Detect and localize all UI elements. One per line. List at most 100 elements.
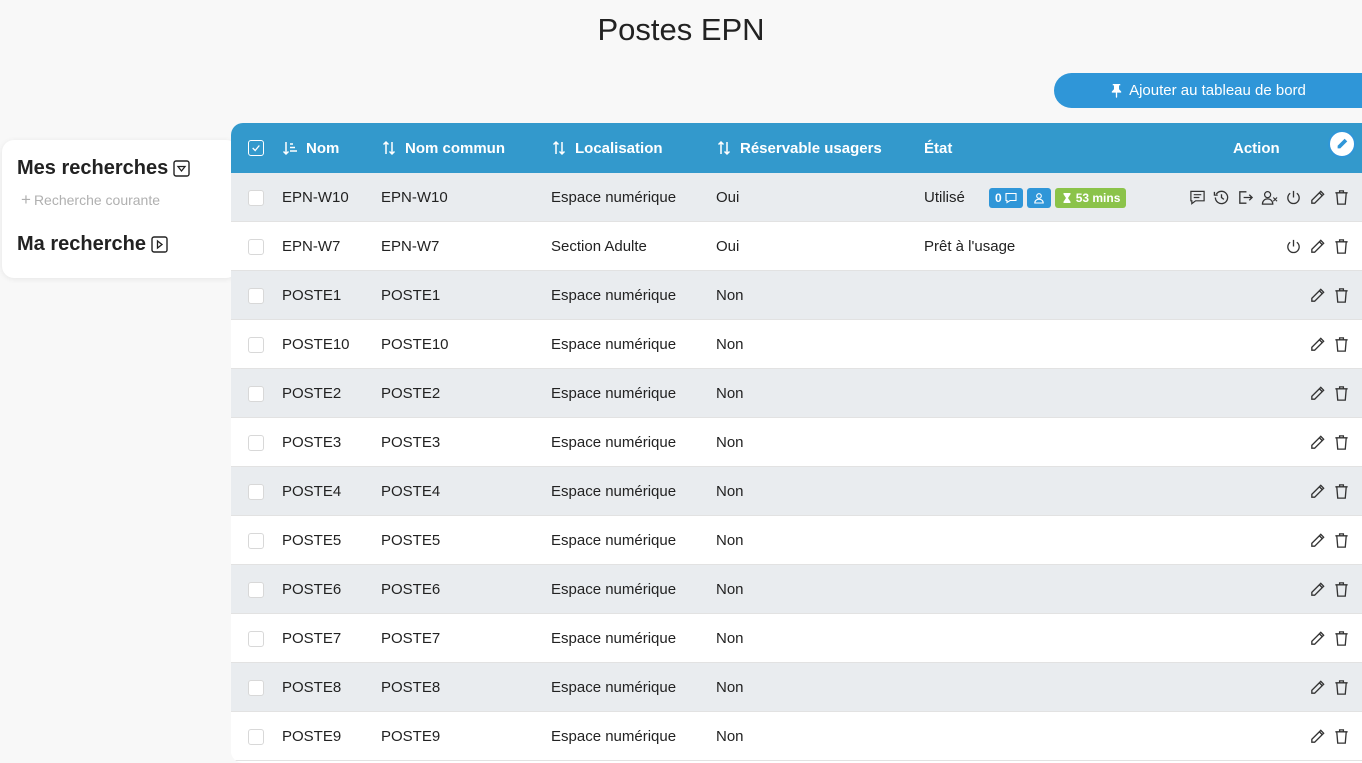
edit-button[interactable] xyxy=(1308,336,1326,354)
row-checkbox[interactable] xyxy=(248,287,264,304)
my-searches-toggle[interactable]: Mes recherches xyxy=(17,157,190,180)
edit-columns-button[interactable] xyxy=(1328,130,1356,158)
delete-button[interactable] xyxy=(1332,532,1350,550)
table-row[interactable]: POSTE10 POSTE10 Espace numérique Non xyxy=(231,320,1362,369)
user-badge[interactable] xyxy=(1026,187,1051,208)
table-row[interactable]: POSTE1 POSTE1 Espace numérique Non xyxy=(231,271,1362,320)
row-checkbox[interactable] xyxy=(248,679,264,696)
remove-user-button[interactable] xyxy=(1260,189,1278,207)
table-row[interactable]: EPN-W7 EPN-W7 Section Adulte Oui Prêt à l'us… xyxy=(231,222,1362,271)
history-button[interactable] xyxy=(1212,189,1230,207)
delete-button[interactable] xyxy=(1332,434,1350,452)
row-checkbox[interactable] xyxy=(248,483,264,500)
delete-button[interactable] xyxy=(1332,287,1350,305)
table-row[interactable]: POSTE5 POSTE5 Espace numérique Non xyxy=(231,516,1362,565)
delete-button[interactable] xyxy=(1332,385,1350,403)
edit-button[interactable] xyxy=(1308,189,1326,207)
row-checkbox[interactable] xyxy=(248,189,264,206)
history-icon xyxy=(1213,189,1230,206)
cell-nom: POSTE7 xyxy=(282,630,342,647)
cell-reservable: Non xyxy=(716,630,744,647)
table-header: Nom Nom commun Localisation Réservable u… xyxy=(231,123,1362,173)
edit-icon xyxy=(1309,630,1326,647)
column-nom-commun[interactable]: Nom commun xyxy=(381,123,505,173)
edit-button[interactable] xyxy=(1308,483,1326,501)
cell-localisation: Espace numérique xyxy=(551,336,677,353)
row-checkbox[interactable] xyxy=(248,385,264,402)
row-checkbox[interactable] xyxy=(248,581,264,598)
select-all-checkbox[interactable] xyxy=(248,123,264,173)
delete-button[interactable] xyxy=(1332,189,1350,207)
table-row[interactable]: POSTE8 POSTE8 Espace numérique Non xyxy=(231,663,1362,712)
delete-button[interactable] xyxy=(1332,238,1350,256)
cell-reservable: Non xyxy=(716,728,744,745)
delete-icon xyxy=(1333,336,1350,353)
row-checkbox[interactable] xyxy=(248,336,264,353)
power-icon xyxy=(1285,189,1302,206)
message-button[interactable] xyxy=(1188,189,1206,207)
logout-button[interactable] xyxy=(1236,189,1254,207)
edit-button[interactable] xyxy=(1308,728,1326,746)
cell-localisation: Espace numérique xyxy=(551,434,677,451)
power-button[interactable] xyxy=(1284,189,1302,207)
cell-localisation: Espace numérique xyxy=(551,679,677,696)
cell-nom-commun: POSTE4 xyxy=(381,483,441,500)
sort-ascending-icon xyxy=(282,142,297,156)
cell-nom-commun: POSTE7 xyxy=(381,630,441,647)
column-nom[interactable]: Nom xyxy=(282,123,339,173)
my-search-toggle[interactable]: Ma recherche xyxy=(17,233,168,256)
add-to-dashboard-label: Ajouter au tableau de bord xyxy=(1129,82,1306,99)
delete-button[interactable] xyxy=(1332,483,1350,501)
current-search-item[interactable]: + Recherche courante xyxy=(21,191,160,208)
column-localisation[interactable]: Localisation xyxy=(551,123,663,173)
edit-button[interactable] xyxy=(1308,238,1326,256)
table-row[interactable]: POSTE2 POSTE2 Espace numérique Non xyxy=(231,369,1362,418)
table-row[interactable]: EPN-W10 EPN-W10 Espace numérique Oui Utilisé… xyxy=(231,173,1362,222)
cell-nom-commun: POSTE6 xyxy=(381,581,441,598)
cell-nom: POSTE5 xyxy=(282,532,342,549)
edit-button[interactable] xyxy=(1308,532,1326,550)
row-checkbox[interactable] xyxy=(248,728,264,745)
row-checkbox[interactable] xyxy=(248,630,264,647)
cell-localisation: Espace numérique xyxy=(551,532,677,549)
cell-nom: POSTE10 xyxy=(282,336,350,353)
cell-nom: POSTE1 xyxy=(282,287,342,304)
edit-button[interactable] xyxy=(1308,581,1326,599)
cell-localisation: Espace numérique xyxy=(551,385,677,402)
cell-localisation: Section Adulte xyxy=(551,238,647,255)
edit-button[interactable] xyxy=(1308,679,1326,697)
cell-localisation: Espace numérique xyxy=(551,728,677,745)
cell-reservable: Non xyxy=(716,483,744,500)
cell-nom-commun: POSTE5 xyxy=(381,532,441,549)
add-to-dashboard-button[interactable]: Ajouter au tableau de bord xyxy=(1054,73,1362,108)
cell-localisation: Espace numérique xyxy=(551,581,677,598)
cell-nom-commun: EPN-W7 xyxy=(381,238,440,255)
edit-button[interactable] xyxy=(1308,434,1326,452)
table-row[interactable]: POSTE6 POSTE6 Espace numérique Non xyxy=(231,565,1362,614)
row-actions xyxy=(1308,516,1350,565)
delete-icon xyxy=(1333,238,1350,255)
row-checkbox[interactable] xyxy=(248,434,264,451)
edit-button[interactable] xyxy=(1308,287,1326,305)
row-actions xyxy=(1308,614,1350,663)
delete-icon xyxy=(1333,287,1350,304)
edit-button[interactable] xyxy=(1308,630,1326,648)
delete-button[interactable] xyxy=(1332,581,1350,599)
table-row[interactable]: POSTE9 POSTE9 Espace numérique Non xyxy=(231,712,1362,761)
delete-button[interactable] xyxy=(1332,728,1350,746)
delete-button[interactable] xyxy=(1332,336,1350,354)
message-count-badge[interactable]: 0 xyxy=(989,187,1023,208)
table-row[interactable]: POSTE7 POSTE7 Espace numérique Non xyxy=(231,614,1362,663)
table-row[interactable]: POSTE4 POSTE4 Espace numérique Non xyxy=(231,467,1362,516)
row-actions xyxy=(1308,418,1350,467)
remove-user-icon xyxy=(1261,189,1278,206)
row-checkbox[interactable] xyxy=(248,532,264,549)
power-button[interactable] xyxy=(1284,238,1302,256)
column-reservable[interactable]: Réservable usagers xyxy=(716,123,882,173)
row-actions xyxy=(1308,467,1350,516)
delete-button[interactable] xyxy=(1332,679,1350,697)
edit-button[interactable] xyxy=(1308,385,1326,403)
delete-button[interactable] xyxy=(1332,630,1350,648)
table-row[interactable]: POSTE3 POSTE3 Espace numérique Non xyxy=(231,418,1362,467)
row-checkbox[interactable] xyxy=(248,238,264,255)
